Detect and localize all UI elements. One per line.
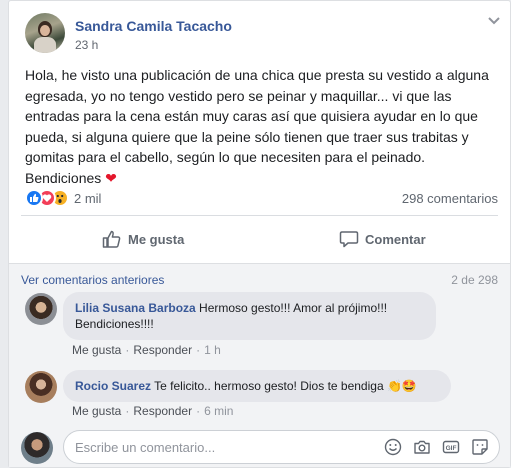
chevron-down-icon[interactable] [484, 13, 504, 29]
comment-bubble: Lilia Susana Barboza Hermoso gesto!!! Am… [63, 292, 436, 340]
comments-pager: 2 de 298 [451, 273, 498, 287]
post-timestamp[interactable]: 23 h [75, 38, 98, 52]
camera-icon[interactable] [413, 438, 431, 456]
comment-like-link[interactable]: Me gusta [72, 343, 121, 357]
commenter-avatar[interactable] [25, 371, 57, 403]
like-button-label: Me gusta [128, 231, 185, 247]
post-body: Hola, he visto una publicación de una ch… [25, 67, 489, 186]
comment-button-label: Comentar [365, 231, 426, 247]
post-text: Hola, he visto una publicación de una ch… [25, 65, 495, 188]
comment-actions: Me gusta · Responder · 6 min [72, 404, 234, 418]
emoji-icon[interactable] [384, 438, 402, 456]
comment-like-link[interactable]: Me gusta [72, 404, 121, 418]
comments-section: Ver comentarios anteriores 2 de 298 Lili… [9, 263, 510, 467]
clapping-hands-emoji-icon: 👏 [386, 379, 402, 393]
current-user-avatar [21, 432, 53, 464]
like-button[interactable]: Me gusta [102, 225, 184, 253]
commenter-name[interactable]: Lilia Susana Barboza [75, 301, 196, 315]
author-name[interactable]: Sandra Camila Tacacho [75, 18, 232, 34]
like-reaction-icon [25, 189, 43, 207]
gif-icon[interactable]: GIF [442, 438, 460, 456]
comment-reply-link[interactable]: Responder [133, 343, 192, 357]
comment-bubble: Rocio Suarez Te felicito.. hermoso gesto… [63, 370, 451, 402]
comment-time[interactable]: 1 h [204, 343, 221, 357]
composer-icons: GIF [384, 438, 489, 456]
comment-button[interactable]: Comentar [339, 225, 426, 253]
reaction-count: 2 mil [74, 190, 102, 206]
commenter-avatar[interactable] [25, 293, 57, 325]
author-avatar[interactable] [25, 13, 65, 53]
comment-reply-link[interactable]: Responder [133, 404, 192, 418]
divider [21, 215, 498, 216]
speech-bubble-icon [339, 231, 359, 248]
comment-text: Te felicito.. hermoso gesto! Dios te ben… [154, 379, 384, 393]
comment-input-placeholder: Escribe un comentario... [75, 440, 216, 455]
post-card: Sandra Camila Tacacho 23 h Hola, he vist… [8, 0, 511, 468]
comment-actions: Me gusta · Responder · 1 h [72, 343, 221, 357]
comment-input[interactable]: Escribe un comentario... GIF [63, 430, 500, 464]
reactions-summary[interactable]: 2 mil [25, 189, 101, 207]
star-struck-emoji-icon: 🤩 [401, 379, 417, 393]
sticker-icon[interactable] [471, 438, 489, 456]
comment-time[interactable]: 6 min [204, 404, 233, 418]
view-previous-comments-link[interactable]: Ver comentarios anteriores [21, 273, 164, 287]
thumbs-up-icon [102, 230, 121, 248]
comments-count-link[interactable]: 298 comentarios [402, 191, 498, 206]
svg-text:GIF: GIF [446, 445, 457, 452]
heart-emoji-icon: ❤ [105, 169, 117, 186]
commenter-name[interactable]: Rocio Suarez [75, 379, 151, 393]
